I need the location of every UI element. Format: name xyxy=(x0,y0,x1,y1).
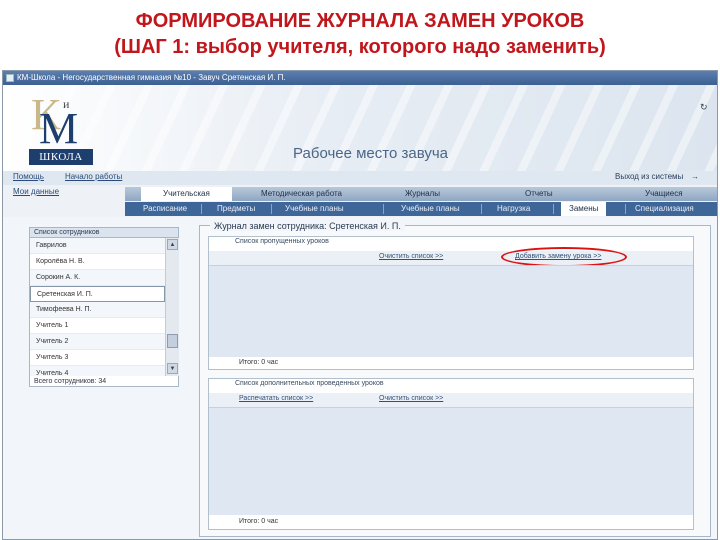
content-area: Список сотрудников Гаврилов Королёва Н. … xyxy=(3,217,717,539)
extra-lessons-title: Список дополнительных проведенных уроков xyxy=(235,380,384,387)
extra-lessons-table xyxy=(209,407,693,515)
start-link[interactable]: Начало работы xyxy=(65,172,122,181)
main-tab-journals[interactable]: Журналы xyxy=(405,187,440,201)
extra-lessons-actions: Распечатать список >> Очистить список >> xyxy=(209,393,693,407)
logout-link[interactable]: Выход из системы xyxy=(615,172,683,181)
sub-tab-separator xyxy=(481,204,482,214)
sub-tab-separator xyxy=(201,204,202,214)
staff-list-item[interactable]: Королёва Н. В. xyxy=(30,254,165,270)
slide-title: ФОРМИРОВАНИЕ ЖУРНАЛА ЗАМЕН УРОКОВ (ШАГ 1… xyxy=(0,8,720,60)
staff-panel: Список сотрудников Гаврилов Королёва Н. … xyxy=(29,227,179,387)
staff-total: Всего сотрудников: 34 xyxy=(34,378,107,385)
scroll-down-icon[interactable]: ▼ xyxy=(167,363,178,374)
staff-list[interactable]: Гаврилов Королёва Н. В. Сорокин А. К. Ср… xyxy=(30,238,165,376)
journal-fieldset: Журнал замен сотрудника: Сретенская И. П… xyxy=(199,221,711,537)
sub-tab-study-plans-2[interactable]: Учебные планы xyxy=(401,202,460,216)
clear-list-link[interactable]: Очистить список >> xyxy=(379,253,443,260)
sub-tab-specialization[interactable]: Специализация xyxy=(635,202,694,216)
help-link[interactable]: Помощь xyxy=(13,172,44,181)
sub-tab-workload[interactable]: Нагрузка xyxy=(497,202,530,216)
extra-lessons-total: Итого: 0 час xyxy=(239,518,279,525)
sub-tab-subjects[interactable]: Предметы xyxy=(217,202,255,216)
missed-lessons-total: Итого: 0 час xyxy=(239,359,279,366)
staff-list-item[interactable]: Учитель 3 xyxy=(30,350,165,366)
staff-list-item-selected[interactable]: Сретенская И. П. xyxy=(30,286,165,302)
main-tabs: Учительская Методическая работа Журналы … xyxy=(125,187,717,201)
staff-list-item[interactable]: Гаврилов xyxy=(30,238,165,254)
refresh-icon[interactable]: ↻ xyxy=(700,103,709,112)
missed-lessons-title: Список пропущенных уроков xyxy=(235,238,329,245)
logo-school-label: ШКОЛА xyxy=(29,149,93,165)
missed-lessons-table xyxy=(209,265,693,357)
sub-tab-separator xyxy=(271,204,272,214)
logo: К и М ШКОЛА xyxy=(25,93,95,169)
slide-title-line1: ФОРМИРОВАНИЕ ЖУРНАЛА ЗАМЕН УРОКОВ xyxy=(135,10,585,32)
missed-lessons-block: Список пропущенных уроков Очистить списо… xyxy=(208,236,694,370)
top-nav-bar: Помощь Начало работы Выход из системы → xyxy=(3,171,717,185)
highlight-ellipse xyxy=(501,247,627,267)
logout-arrow-icon[interactable]: → xyxy=(691,172,699,181)
main-tab-methodical[interactable]: Методическая работа xyxy=(261,187,342,201)
app-icon xyxy=(6,74,14,82)
sub-tab-separator xyxy=(383,204,384,214)
sub-tab-schedule[interactable]: Расписание xyxy=(143,202,187,216)
sub-tab-separator xyxy=(553,204,554,214)
app-window: КМ-Школа - Негосударственная гимназия №1… xyxy=(2,70,718,540)
sub-tab-separator xyxy=(625,204,626,214)
staff-list-item[interactable]: Тимофеева Н. П. xyxy=(30,302,165,318)
sub-tabs: Расписание Предметы Учебные планы Учебны… xyxy=(125,202,717,216)
staff-list-item[interactable]: Учитель 4 xyxy=(30,366,165,376)
clear-extra-list-link[interactable]: Очистить список >> xyxy=(379,395,443,402)
workspace-title: Рабочее место завуча xyxy=(293,145,449,162)
slide-title-line2: (ШАГ 1: выбор учителя, которого надо зам… xyxy=(114,36,606,58)
print-list-link[interactable]: Распечатать список >> xyxy=(239,395,313,402)
staff-scrollbar[interactable]: ▲ ▼ xyxy=(165,238,179,376)
scroll-thumb[interactable] xyxy=(167,334,178,348)
main-tab-teachers[interactable]: Учительская xyxy=(141,187,232,201)
staff-list-item[interactable]: Учитель 2 xyxy=(30,334,165,350)
logo-letter-m: М xyxy=(39,104,79,153)
staff-list-header: Список сотрудников xyxy=(30,228,178,238)
staff-list-item[interactable]: Сорокин А. К. xyxy=(30,270,165,286)
main-tab-reports[interactable]: Отчеты xyxy=(525,187,553,201)
my-data-link[interactable]: Мои данные xyxy=(13,187,59,196)
sub-tab-study-plans[interactable]: Учебные планы xyxy=(285,202,344,216)
missed-lessons-actions: Очистить список >> Добавить замену урока… xyxy=(209,247,693,267)
scroll-up-icon[interactable]: ▲ xyxy=(167,239,178,250)
app-header: К и М ШКОЛА Рабочее место завуча ↻ xyxy=(3,85,717,171)
sub-tab-substitutions[interactable]: Замены xyxy=(561,202,607,216)
staff-list-item[interactable]: Учитель 1 xyxy=(30,318,165,334)
main-tab-students[interactable]: Учащиеся xyxy=(645,187,683,201)
extra-lessons-block: Список дополнительных проведенных уроков… xyxy=(208,378,694,530)
window-titlebar: КМ-Школа - Негосударственная гимназия №1… xyxy=(3,71,717,85)
journal-legend: Журнал замен сотрудника: Сретенская И. П… xyxy=(210,221,405,231)
window-title: КМ-Школа - Негосударственная гимназия №1… xyxy=(17,73,286,82)
